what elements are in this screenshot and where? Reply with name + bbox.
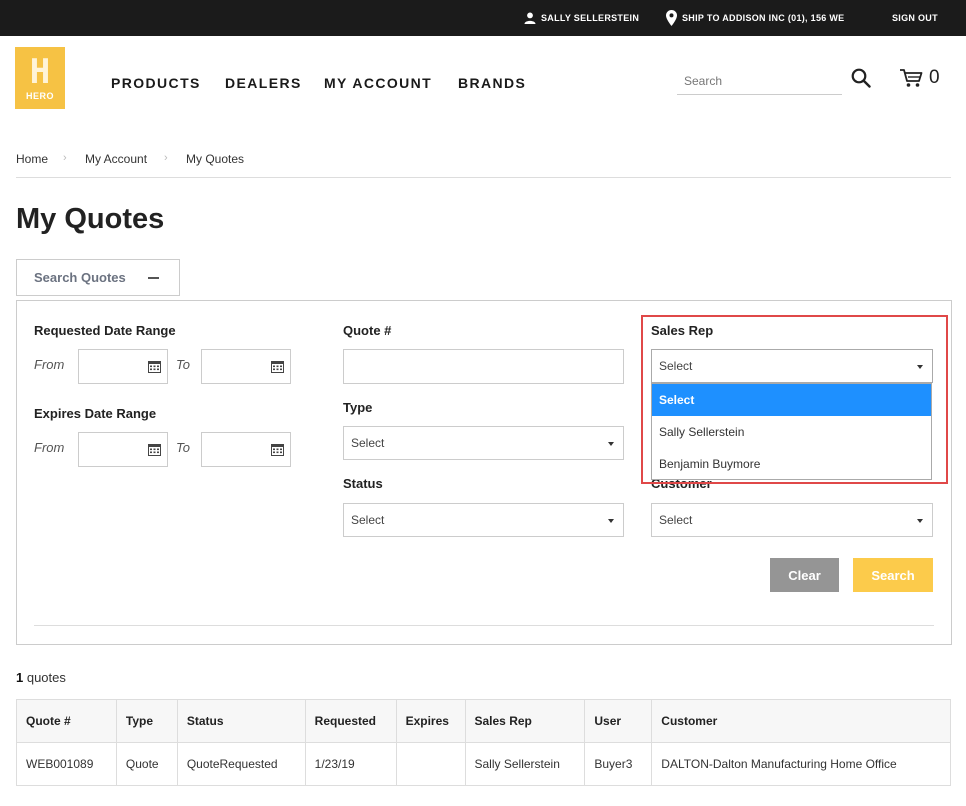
cart-icon <box>900 69 923 87</box>
column-header[interactable]: Sales Rep <box>464 699 586 743</box>
status-select[interactable]: Select <box>343 503 624 537</box>
column-header[interactable]: Type <box>115 699 178 743</box>
type-cell: Quote <box>115 742 178 786</box>
table-row[interactable]: WEB001089 Quote QuoteRequested 1/23/19 S… <box>16 742 951 786</box>
type-select-value: Select <box>351 436 385 450</box>
user-name: SALLY SELLERSTEIN <box>541 13 640 23</box>
quote-number-label: Quote # <box>343 323 392 338</box>
column-header[interactable]: User <box>584 699 653 743</box>
customer-select[interactable]: Select <box>651 503 933 537</box>
column-header[interactable]: Customer <box>651 699 951 743</box>
customer-select-value: Select <box>659 513 693 527</box>
user-cell: Buyer3 <box>584 742 653 786</box>
status-select-value: Select <box>351 513 385 527</box>
breadcrumb-current: My Quotes <box>186 152 245 166</box>
sales-rep-cell: Sally Sellerstein <box>464 742 586 786</box>
nav-products[interactable]: PRODUCTS <box>111 75 201 91</box>
nav-dealers[interactable]: DEALERS <box>225 75 302 91</box>
nav-brands[interactable]: BRANDS <box>458 75 526 91</box>
divider <box>16 177 951 178</box>
breadcrumb-home[interactable]: Home <box>16 152 48 166</box>
site-search-input[interactable] <box>677 67 842 95</box>
user-icon <box>524 12 536 24</box>
search-button[interactable]: Search <box>853 558 933 592</box>
clear-button[interactable]: Clear <box>770 558 839 592</box>
ship-to-link[interactable]: SHIP TO ADDISON INC (01), 156 WE <box>666 0 844 36</box>
calendar-icon[interactable] <box>148 360 161 373</box>
location-pin-icon <box>666 10 677 26</box>
expires-to-date-input[interactable] <box>201 432 291 467</box>
divider <box>34 625 934 626</box>
expires-from-date-input[interactable] <box>78 432 168 467</box>
highlight-box <box>641 315 948 484</box>
minus-icon <box>148 277 159 279</box>
requested-cell: 1/23/19 <box>304 742 397 786</box>
column-header[interactable]: Quote # <box>16 699 117 743</box>
search-icon[interactable] <box>851 68 871 88</box>
search-quotes-toggle[interactable]: Search Quotes <box>16 259 180 296</box>
column-header[interactable]: Requested <box>304 699 397 743</box>
calendar-icon[interactable] <box>271 443 284 456</box>
page-title: My Quotes <box>16 203 165 235</box>
requested-to-label: To <box>176 357 190 372</box>
quote-number-input[interactable] <box>343 349 624 384</box>
requested-from-date-input[interactable] <box>78 349 168 384</box>
caret-down-icon <box>608 442 614 446</box>
chevron-right-icon: › <box>63 152 67 164</box>
logo-mark: H <box>29 52 51 92</box>
nav-my-account[interactable]: MY ACCOUNT <box>324 75 432 91</box>
expires-to-label: To <box>176 440 190 455</box>
logo-text: HERO <box>25 91 54 101</box>
requested-from-label: From <box>34 357 65 372</box>
expires-date-range-label: Expires Date Range <box>34 406 157 421</box>
customer-cell: DALTON-Dalton Manufacturing Home Office <box>651 742 951 786</box>
status-cell: QuoteRequested <box>176 742 306 786</box>
type-label: Type <box>343 400 373 415</box>
sign-out-link[interactable]: SIGN OUT <box>892 0 938 36</box>
hero-logo[interactable]: H HERO <box>15 47 65 109</box>
caret-down-icon <box>917 519 923 523</box>
calendar-icon[interactable] <box>271 360 284 373</box>
cart-count: 0 <box>929 67 940 88</box>
expires-cell <box>395 742 466 786</box>
search-quotes-label: Search Quotes <box>34 270 126 285</box>
chevron-right-icon: › <box>164 152 168 164</box>
column-header[interactable]: Expires <box>395 699 466 743</box>
type-select[interactable]: Select <box>343 426 624 460</box>
user-account-link[interactable]: SALLY SELLERSTEIN <box>524 0 639 36</box>
requested-to-date-input[interactable] <box>201 349 291 384</box>
expires-from-label: From <box>34 440 65 455</box>
ship-to-text: SHIP TO ADDISON INC (01), 156 WE <box>682 13 845 23</box>
requested-date-range-label: Requested Date Range <box>34 323 176 338</box>
quote-number-cell[interactable]: WEB001089 <box>16 742 117 786</box>
results-count: 1 quotes <box>16 670 66 685</box>
column-header[interactable]: Status <box>176 699 306 743</box>
table-header-row: Quote # Type Status Requested Expires Sa… <box>16 699 951 743</box>
status-label: Status <box>343 476 383 491</box>
quotes-table: Quote # Type Status Requested Expires Sa… <box>16 699 951 786</box>
caret-down-icon <box>608 519 614 523</box>
top-bar: SALLY SELLERSTEIN SHIP TO ADDISON INC (0… <box>0 0 966 36</box>
breadcrumb-my-account[interactable]: My Account <box>85 152 147 166</box>
results-count-suffix: quotes <box>23 670 66 685</box>
calendar-icon[interactable] <box>148 443 161 456</box>
cart-button[interactable]: 0 <box>899 67 940 89</box>
